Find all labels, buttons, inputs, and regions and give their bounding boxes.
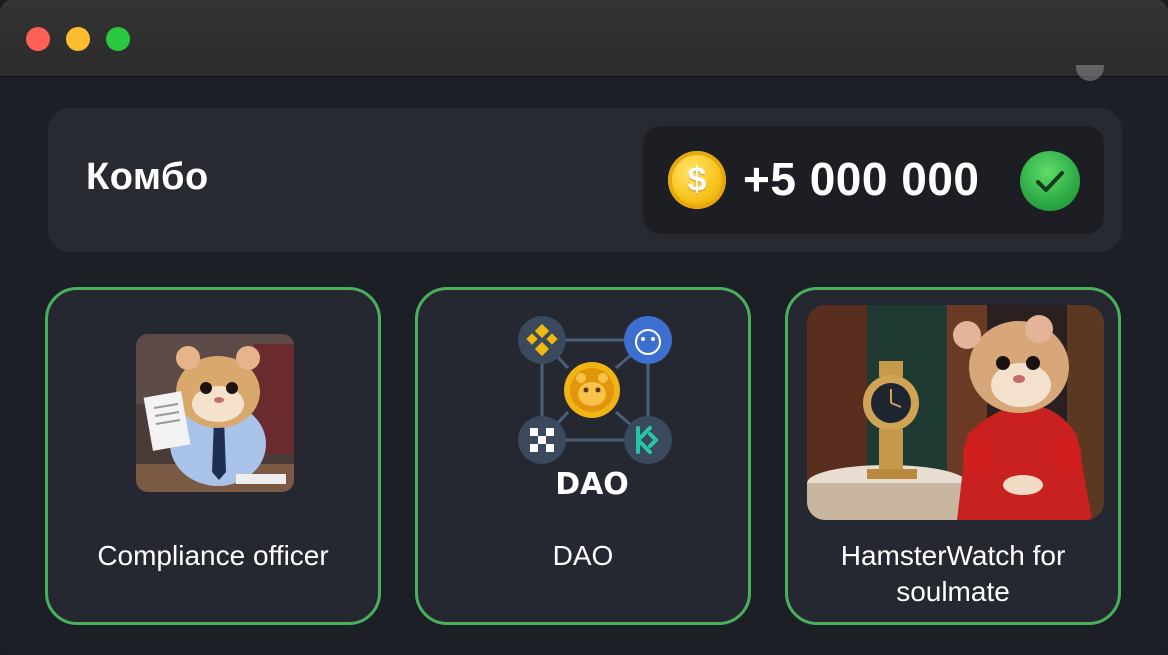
close-window-button[interactable] [26,27,50,51]
zoom-window-button[interactable] [106,27,130,51]
title-bar [0,0,1168,77]
dao-network-image: DAO [512,316,672,510]
combo-card-compliance-officer[interactable]: Compliance officer [45,287,381,625]
combo-card-hamsterwatch[interactable]: HamsterWatch for soulmate [785,287,1121,625]
coin-symbol: $ [687,161,707,199]
card-label: DAO [552,540,614,571]
scroll-indicator [1076,65,1104,81]
app-window: Комбо $ +5 000 000 Compliance officer DA… [0,0,1168,655]
reward-amount: +5 000 000 [743,153,980,205]
coin-icon: $ [668,151,726,209]
combo-panel: Комбо $ +5 000 000 [48,108,1122,252]
card-label: HamsterWatch for soulmate [840,540,1066,607]
main-content: Комбо $ +5 000 000 Compliance officer DA… [0,65,1168,655]
combo-reward-box: $ +5 000 000 [643,126,1104,234]
dao-logo-text: DAO [555,467,629,502]
hamster-office-image [136,334,294,492]
combo-title: Комбо [86,156,209,198]
check-icon [1020,151,1080,211]
card-label: Compliance officer [97,540,329,571]
minimize-window-button[interactable] [66,27,90,51]
hamster-watch-image [807,305,1104,520]
combo-card-dao[interactable]: DAO DAO [415,287,751,625]
